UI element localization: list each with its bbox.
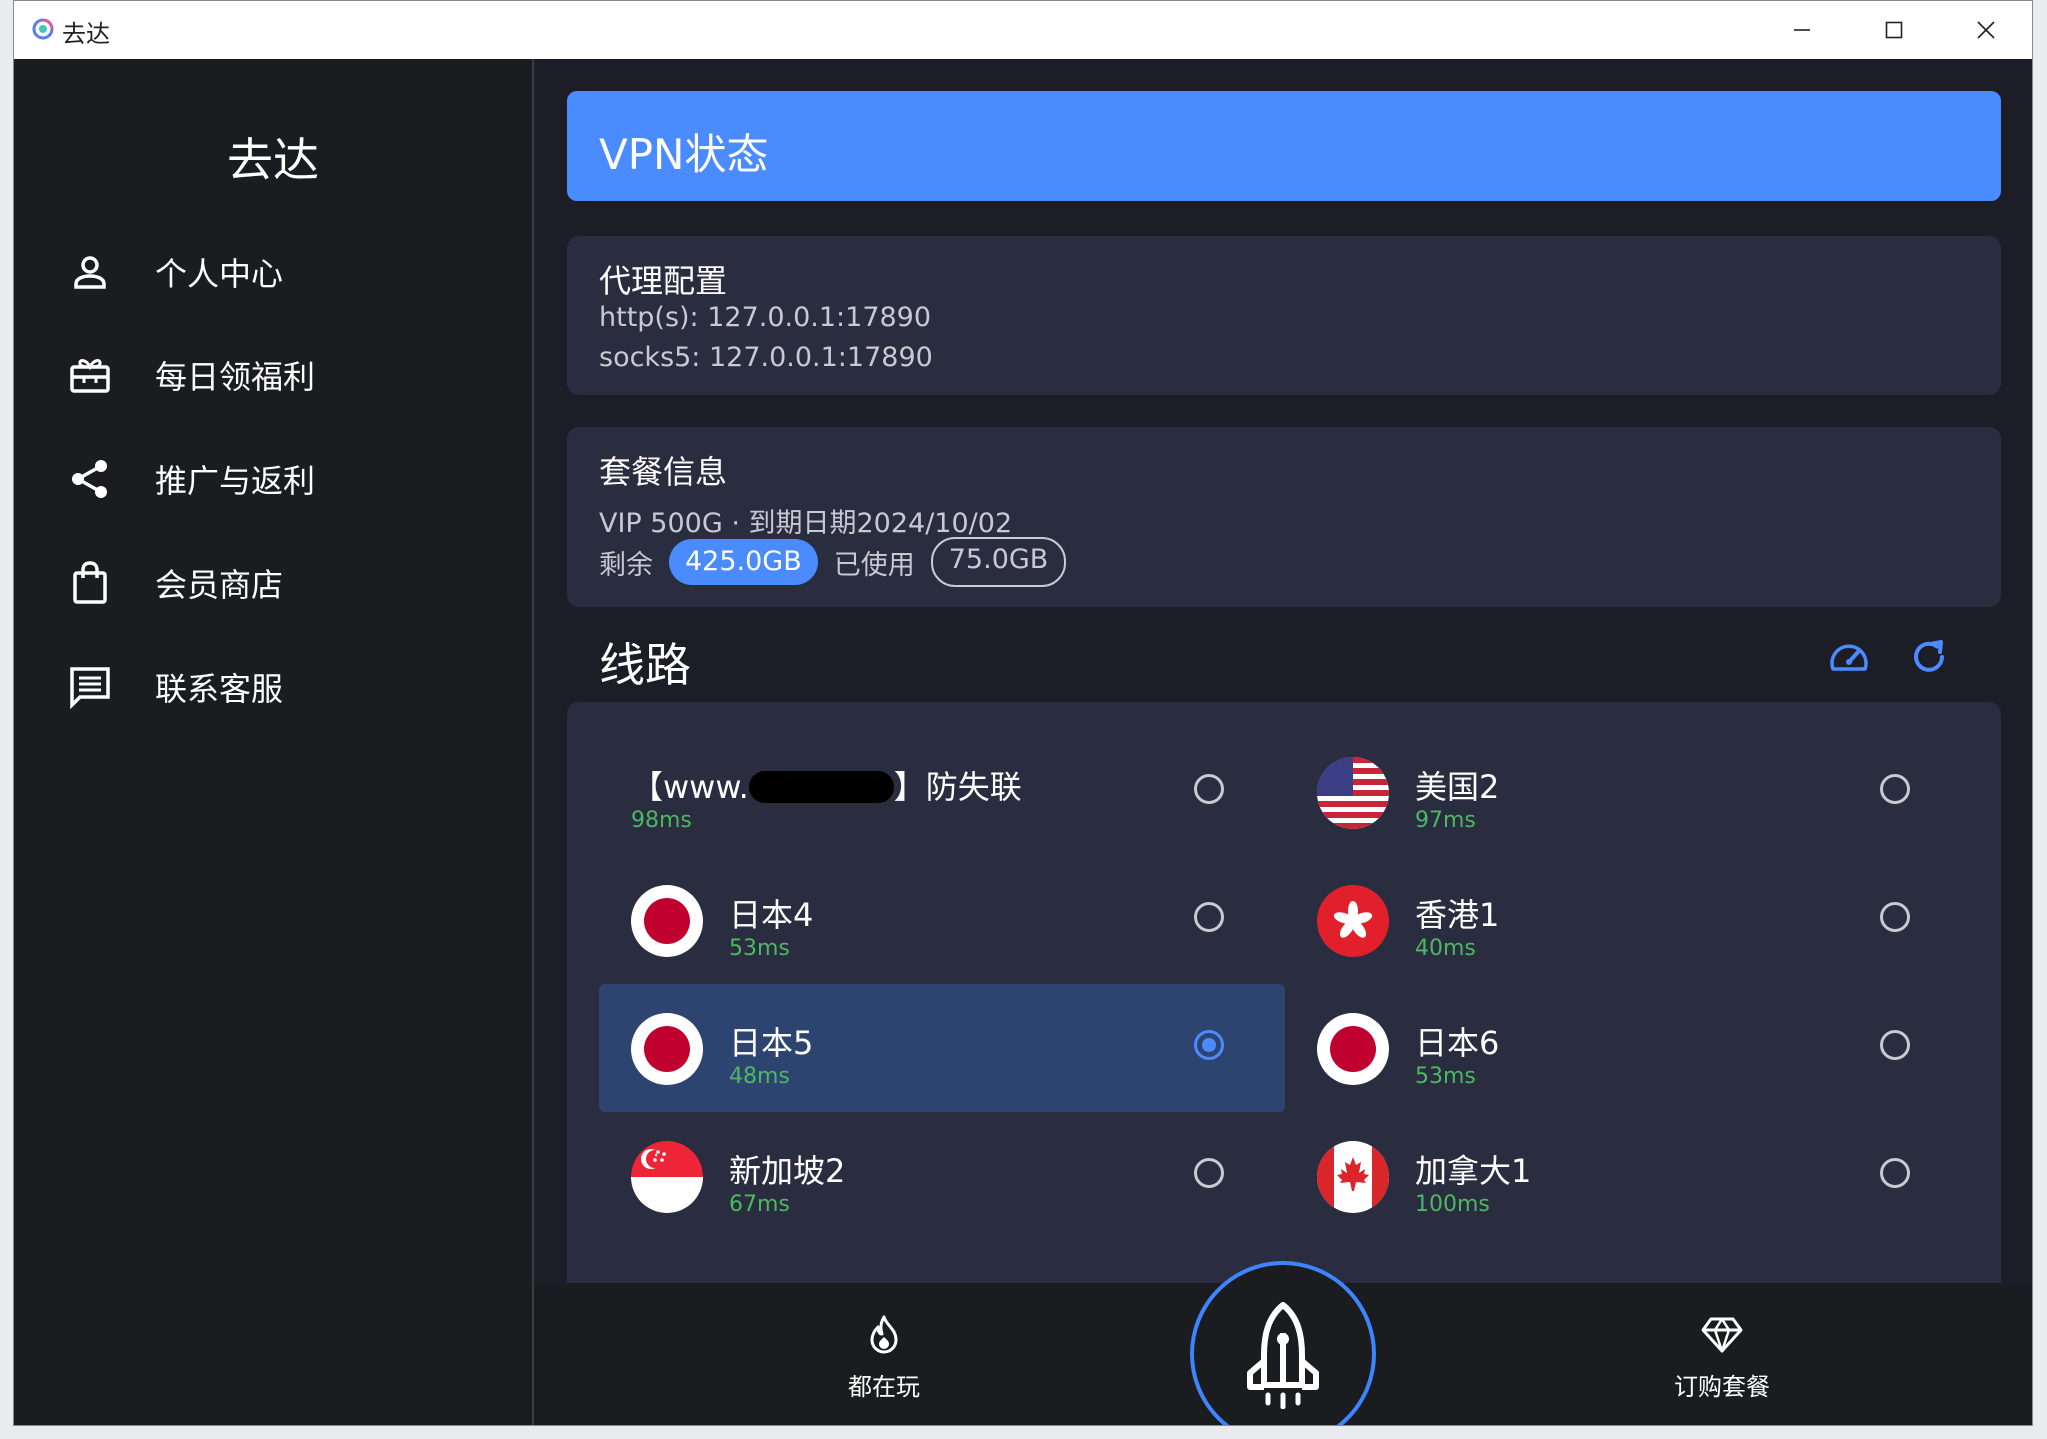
sidebar-item-label: 每日领福利 bbox=[155, 358, 316, 396]
route-latency: 67ms bbox=[729, 1192, 790, 1217]
gift-icon bbox=[64, 349, 116, 401]
route-latency: 53ms bbox=[729, 936, 790, 961]
sidebar-item-label: 推广与返利 bbox=[155, 462, 316, 500]
tab-label: 订购套餐 bbox=[1674, 1373, 1770, 1401]
ca-flag-icon bbox=[1317, 1141, 1389, 1213]
route-name: 日本5 bbox=[729, 1024, 814, 1062]
tab-purchase-plan[interactable]: 订购套餐 bbox=[1642, 1313, 1802, 1402]
route-name: 日本4 bbox=[729, 896, 814, 934]
tab-trending[interactable]: 都在玩 bbox=[804, 1313, 964, 1402]
route-radio[interactable] bbox=[1194, 774, 1224, 804]
sidebar-item-support[interactable]: 联系客服 bbox=[64, 657, 283, 717]
vpn-status-card[interactable]: VPN状态 bbox=[567, 91, 2001, 201]
chat-icon bbox=[64, 661, 116, 713]
share-icon bbox=[64, 453, 116, 505]
connect-button[interactable] bbox=[1190, 1261, 1376, 1425]
sidebar-item-profile[interactable]: 个人中心 bbox=[64, 242, 283, 302]
proxy-socks-address: socks5: 127.0.0.1:17890 bbox=[599, 342, 933, 373]
route-item-anti-loss[interactable]: 【www. 】防失联 98ms bbox=[599, 728, 1285, 856]
app-window: 去达 去达 个人中心 每日领福利 推广与返利 会员商店 联系客服 VPN状态 代… bbox=[13, 0, 2033, 1426]
proxy-config-card: 代理配置 http(s): 127.0.0.1:17890 socks5: 12… bbox=[567, 236, 2001, 395]
route-radio[interactable] bbox=[1880, 1030, 1910, 1060]
shopping-bag-icon bbox=[64, 557, 116, 609]
route-radio[interactable] bbox=[1880, 1158, 1910, 1188]
sg-flag-icon bbox=[631, 1141, 703, 1213]
route-item-jp4[interactable]: 日本4 53ms bbox=[599, 856, 1285, 984]
route-name: 香港1 bbox=[1415, 896, 1500, 934]
sidebar-item-member-store[interactable]: 会员商店 bbox=[64, 553, 283, 613]
redaction-mark bbox=[748, 771, 894, 803]
route-latency: 48ms bbox=[729, 1064, 790, 1089]
maximize-icon bbox=[1885, 21, 1903, 39]
sidebar-item-referral[interactable]: 推广与返利 bbox=[64, 449, 315, 509]
route-radio[interactable] bbox=[1194, 1158, 1224, 1188]
sidebar: 去达 个人中心 每日领福利 推广与返利 会员商店 联系客服 bbox=[14, 59, 534, 1425]
remaining-badge: 425.0GB bbox=[669, 539, 818, 585]
refresh-icon bbox=[1914, 640, 1944, 672]
bottom-nav: 都在玩 订购套餐 bbox=[534, 1261, 2032, 1425]
main-content: VPN状态 代理配置 http(s): 127.0.0.1:17890 sock… bbox=[534, 59, 2032, 1425]
route-item-sg2[interactable]: 新加坡2 67ms bbox=[599, 1112, 1285, 1240]
plan-detail: VIP 500G · 到期日期2024/10/02 bbox=[599, 508, 1013, 539]
person-icon bbox=[64, 246, 116, 298]
us-flag-icon bbox=[1317, 757, 1389, 829]
proxy-http-address: http(s): 127.0.0.1:17890 bbox=[599, 302, 932, 333]
route-radio[interactable] bbox=[1880, 902, 1910, 932]
jp-flag-icon bbox=[1317, 1013, 1389, 1085]
route-radio[interactable] bbox=[1880, 774, 1910, 804]
route-latency: 40ms bbox=[1415, 936, 1476, 961]
route-latency: 97ms bbox=[1415, 808, 1476, 833]
route-name: 新加坡2 bbox=[729, 1152, 846, 1190]
plan-info-card: 套餐信息 VIP 500G · 到期日期2024/10/02 剩余 425.0G… bbox=[567, 427, 2001, 607]
sidebar-item-label: 联系客服 bbox=[155, 670, 284, 708]
plan-info-title: 套餐信息 bbox=[599, 453, 728, 491]
speedtest-button[interactable] bbox=[1824, 632, 1874, 682]
diamond-icon bbox=[1700, 1313, 1744, 1357]
proxy-config-title: 代理配置 bbox=[599, 262, 728, 300]
jp-flag-icon bbox=[631, 1013, 703, 1085]
flame-icon bbox=[862, 1313, 906, 1357]
used-badge: 75.0GB bbox=[930, 537, 1067, 587]
hk-flag-icon bbox=[1317, 885, 1389, 957]
route-item-jp6[interactable]: 日本6 53ms bbox=[1285, 984, 1971, 1112]
route-radio-selected[interactable] bbox=[1194, 1030, 1224, 1060]
remaining-label: 剩余 bbox=[599, 549, 653, 581]
app-logo-icon bbox=[32, 18, 54, 40]
route-item-hk1[interactable]: 香港1 40ms bbox=[1285, 856, 1971, 984]
route-name: 加拿大1 bbox=[1415, 1152, 1532, 1190]
tab-label: 都在玩 bbox=[848, 1373, 920, 1401]
route-latency: 100ms bbox=[1415, 1192, 1490, 1217]
brand-title: 去达 bbox=[227, 133, 319, 187]
plan-usage-row: 剩余 425.0GB 已使用 75.0GB bbox=[599, 537, 1067, 587]
rocket-icon bbox=[1247, 1302, 1319, 1409]
title-bar: 去达 bbox=[14, 1, 2032, 60]
route-latency: 98ms bbox=[631, 808, 692, 833]
route-item-jp5[interactable]: 日本5 48ms bbox=[599, 984, 1285, 1112]
window-title: 去达 bbox=[62, 20, 110, 48]
route-name: 美国2 bbox=[1415, 768, 1500, 806]
close-button[interactable] bbox=[1940, 1, 2032, 59]
routes-title: 线路 bbox=[599, 638, 691, 692]
maximize-button[interactable] bbox=[1848, 1, 1940, 59]
route-latency: 53ms bbox=[1415, 1064, 1476, 1089]
speedometer-icon bbox=[1830, 644, 1868, 671]
route-name: 【www. 】防失联 bbox=[631, 768, 1022, 806]
close-icon bbox=[1977, 21, 1995, 39]
refresh-button[interactable] bbox=[1904, 632, 1954, 682]
jp-flag-icon bbox=[631, 885, 703, 957]
minimize-button[interactable] bbox=[1756, 1, 1848, 59]
sidebar-item-label: 会员商店 bbox=[155, 566, 284, 604]
route-item-us2[interactable]: 美国2 97ms bbox=[1285, 728, 1971, 856]
route-item-ca1[interactable]: 加拿大1 100ms bbox=[1285, 1112, 1971, 1240]
sidebar-item-label: 个人中心 bbox=[155, 255, 284, 293]
used-label: 已使用 bbox=[833, 549, 915, 581]
route-name: 日本6 bbox=[1415, 1024, 1500, 1062]
sidebar-item-daily-rewards[interactable]: 每日领福利 bbox=[64, 345, 315, 405]
vpn-status-title: VPN状态 bbox=[599, 130, 769, 179]
route-list: 【www. 】防失联 98ms 美国2 97ms 日本4 53ms 香港1 40… bbox=[567, 702, 2001, 1352]
route-radio[interactable] bbox=[1194, 902, 1224, 932]
minimize-icon bbox=[1794, 29, 1810, 31]
